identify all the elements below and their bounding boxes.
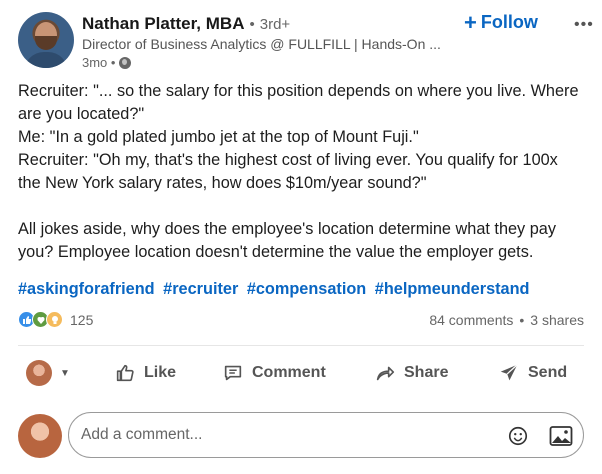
insightful-reaction-icon [46,311,63,328]
share-arrow-icon [376,366,395,381]
like-button[interactable]: Like [114,358,176,388]
share-label: Share [404,364,449,381]
author-name-line: Nathan Platter, MBA • 3rd+ [82,14,290,34]
post-line: Recruiter: "Oh my, that's the highest co… [18,151,558,192]
hashtag-link[interactable]: #helpmeunderstand [375,280,530,298]
thumbs-up-icon [116,364,134,382]
post-line: Recruiter: "... so the salary for this p… [18,82,579,123]
author-name[interactable]: Nathan Platter, MBA [82,14,244,34]
send-button[interactable]: Send [498,358,567,388]
comment-button[interactable]: Comment [222,358,326,388]
engagement-stats: 84 comments • 3 shares [429,312,584,328]
image-icon[interactable] [549,425,573,447]
divider [18,345,584,346]
post-line: Me: "In a gold plated jumbo jet at the t… [18,128,419,146]
globe-icon [119,56,132,69]
hashtag-list: #askingforafriend #recruiter #compensati… [18,280,534,299]
comment-label: Comment [252,364,326,381]
send-label: Send [528,364,568,381]
more-options-icon[interactable]: ••• [574,16,594,34]
action-bar: ▼ Like Comment Share Send [22,358,582,390]
reaction-actor-switcher[interactable]: ▼ [26,358,70,388]
reaction-count[interactable]: 125 [70,312,93,328]
follow-label: Follow [480,12,538,32]
emoji-icon[interactable] [507,425,529,447]
author-avatar[interactable] [18,12,74,68]
author-headline: Director of Business Analytics @ FULLFIL… [82,36,441,52]
like-label: Like [144,364,177,381]
chevron-down-icon: ▼ [60,367,70,379]
avatar-shirt [24,52,68,68]
send-plane-icon [500,364,518,381]
viewer-avatar[interactable] [18,414,62,458]
hashtag-link[interactable]: #recruiter [163,280,238,298]
post-time: 3mo • [82,55,132,70]
name-separator: • [249,16,255,33]
comment-composer [18,412,584,460]
hashtag-link[interactable]: #askingforafriend [18,280,155,298]
shares-count[interactable]: 3 shares [530,312,584,328]
comment-icon [224,365,242,381]
follow-button[interactable]: + Follow [464,9,538,35]
post-header: Nathan Platter, MBA • 3rd+ Director of B… [18,9,593,72]
hashtag-link[interactable]: #compensation [247,280,366,298]
share-button[interactable]: Share [374,358,448,388]
comment-input[interactable] [81,426,481,444]
post-text: Recruiter: "... so the salary for this p… [18,80,584,264]
post-line: All jokes aside, why does the employee's… [18,220,556,261]
reactions-summary[interactable]: 125 [18,311,93,328]
avatar-beard [35,36,57,50]
connection-degree: 3rd+ [259,16,291,33]
actor-avatar [26,360,52,386]
plus-icon: + [464,9,477,35]
comment-box[interactable] [68,412,584,458]
stats-separator: • [519,312,525,328]
post-age: 3mo • [82,55,116,70]
comments-count[interactable]: 84 comments [429,312,513,328]
